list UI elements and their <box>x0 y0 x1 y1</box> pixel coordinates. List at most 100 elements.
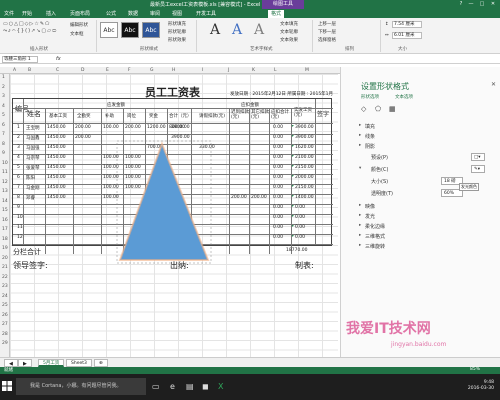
tab-data[interactable]: 数据 <box>128 10 138 17</box>
row-header[interactable]: 14 <box>2 199 8 204</box>
store-icon[interactable]: ◼ <box>202 382 209 391</box>
collapse-icon[interactable]: ▾ <box>359 166 361 171</box>
row-header[interactable]: 25 <box>2 303 8 308</box>
row-header[interactable]: 10 <box>2 161 8 166</box>
shape-effects-button[interactable]: 形状效果 <box>168 37 186 43</box>
column-header[interactable]: H <box>172 68 175 73</box>
row-header[interactable]: 6 <box>2 123 5 128</box>
effects-icon[interactable]: ⬠ <box>375 105 381 113</box>
expand-icon[interactable]: ▸ <box>359 143 361 148</box>
close-button[interactable]: ✕ <box>488 1 498 7</box>
bring-forward-button[interactable]: 上移一层 <box>318 21 336 27</box>
sheet-nav-prev-icon[interactable]: ◀ <box>4 359 18 367</box>
section-3d-format[interactable]: 三维格式 <box>365 233 385 240</box>
row-header[interactable]: 26 <box>2 313 8 318</box>
column-header[interactable]: B <box>28 68 31 73</box>
shape-width-input[interactable]: 6.01 厘米 <box>392 32 422 39</box>
edit-shape-button[interactable]: 编辑形状 <box>70 22 88 28</box>
column-header[interactable]: M <box>305 68 309 73</box>
row-header[interactable]: 12 <box>2 180 8 185</box>
row-header[interactable]: 23 <box>2 284 8 289</box>
section-reflection[interactable]: 映像 <box>365 203 375 210</box>
row-header[interactable]: 18 <box>2 237 8 242</box>
row-header[interactable]: 29 <box>2 341 8 346</box>
row-header[interactable]: 21 <box>2 265 8 270</box>
tab-home[interactable]: 开始 <box>22 10 32 17</box>
column-header[interactable]: K <box>252 68 255 73</box>
column-header[interactable]: G <box>150 68 154 73</box>
row-header[interactable]: 8 <box>2 142 5 147</box>
row-header[interactable]: 28 <box>2 332 8 337</box>
row-header[interactable]: 7 <box>2 132 5 137</box>
section-line[interactable]: 线条 <box>365 133 375 140</box>
row-header[interactable]: 15 <box>2 208 8 213</box>
wordart-style-1[interactable]: A <box>210 22 220 38</box>
text-fill-button[interactable]: 文本填充 <box>280 21 298 27</box>
tab-developer[interactable]: 开发工具 <box>196 10 216 17</box>
sheet-nav-next-icon[interactable]: ▶ <box>18 359 32 367</box>
zoom-level[interactable]: 85% <box>470 367 480 372</box>
edge-icon[interactable]: e <box>170 382 175 391</box>
section-soft-edges[interactable]: 柔化边缘 <box>365 223 385 230</box>
tab-file[interactable]: 文件 <box>4 10 14 17</box>
shape-height-input[interactable]: 7.54 厘米 <box>392 21 422 28</box>
column-header[interactable]: D <box>81 68 84 73</box>
fill-line-icon[interactable]: ◇ <box>361 105 366 113</box>
shape-style-1[interactable]: Abc <box>100 22 118 38</box>
shape-style-3[interactable]: Abc <box>142 22 160 38</box>
row-header[interactable]: 5 <box>2 113 5 118</box>
section-shadow[interactable]: 阴影 <box>365 143 375 150</box>
shapes-gallery[interactable]: ▭○△□◇▷☆✎⬠ ⤳⤴⌒{}()↗↘▢▱⬭ <box>3 21 69 43</box>
sheet-tab-sheet3[interactable]: Sheet3 <box>66 359 92 367</box>
tab-format[interactable]: 格式 <box>268 10 285 18</box>
expand-icon[interactable]: ▸ <box>359 233 361 238</box>
tab-view[interactable]: 视图 <box>172 10 182 17</box>
wordart-style-2[interactable]: A <box>232 22 242 38</box>
column-header[interactable]: C <box>56 68 59 73</box>
row-header[interactable]: 20 <box>2 256 8 261</box>
text-outline-button[interactable]: 文本轮廓 <box>280 29 298 35</box>
size-properties-icon[interactable]: ▦ <box>389 105 396 113</box>
column-header[interactable]: J <box>228 68 229 73</box>
tab-review[interactable]: 审阅 <box>150 10 160 17</box>
expand-icon[interactable]: ▸ <box>359 123 361 128</box>
shape-fill-button[interactable]: 形状填充 <box>168 21 186 27</box>
explorer-icon[interactable]: ▤ <box>186 382 194 391</box>
wordart-style-3[interactable]: A <box>254 22 264 38</box>
preset-dropdown[interactable]: □▾ <box>471 153 485 161</box>
minimize-button[interactable]: — <box>466 1 476 7</box>
row-header[interactable]: 27 <box>2 322 8 327</box>
column-header[interactable]: E <box>106 68 109 73</box>
row-header[interactable]: 19 <box>2 246 8 251</box>
row-header[interactable]: 13 <box>2 189 8 194</box>
shape-style-2[interactable]: Abc <box>121 22 139 38</box>
tab-formulas[interactable]: 公式 <box>106 10 116 17</box>
help-button[interactable]: ? <box>456 1 466 7</box>
close-icon[interactable]: ✕ <box>491 81 496 88</box>
triangle-shape[interactable] <box>116 138 214 266</box>
row-header[interactable]: 17 <box>2 227 8 232</box>
maximize-button[interactable]: □ <box>477 1 487 7</box>
expand-icon[interactable]: ▸ <box>359 133 361 138</box>
column-header[interactable]: F <box>128 68 131 73</box>
section-3d-rotation[interactable]: 三维旋转 <box>365 243 385 250</box>
excel-icon[interactable]: X <box>218 382 223 391</box>
row-header[interactable]: 2 <box>2 85 5 90</box>
text-box-button[interactable]: 文本框 <box>70 31 84 37</box>
add-sheet-icon[interactable]: ⊕ <box>94 359 108 367</box>
row-header[interactable]: 22 <box>2 275 8 280</box>
row-header[interactable]: 9 <box>2 151 5 156</box>
color-dropdown[interactable]: ✎▾ <box>471 165 485 173</box>
tab-insert[interactable]: 插入 <box>46 10 56 17</box>
column-header[interactable]: I <box>202 68 203 73</box>
text-effects-button[interactable]: 文本效果 <box>280 37 298 43</box>
expand-icon[interactable]: ▸ <box>359 223 361 228</box>
section-glow[interactable]: 发光 <box>365 213 375 220</box>
pane-tab-text-options[interactable]: 文本选项 <box>395 94 413 100</box>
column-header[interactable]: A <box>13 68 16 73</box>
pane-tab-shape-options[interactable]: 形状选项 <box>361 94 379 100</box>
shape-outline-button[interactable]: 形状轮廓 <box>168 29 186 35</box>
expand-icon[interactable]: ▸ <box>359 243 361 248</box>
row-header[interactable]: 11 <box>2 170 8 175</box>
row-header[interactable]: 4 <box>2 104 5 109</box>
